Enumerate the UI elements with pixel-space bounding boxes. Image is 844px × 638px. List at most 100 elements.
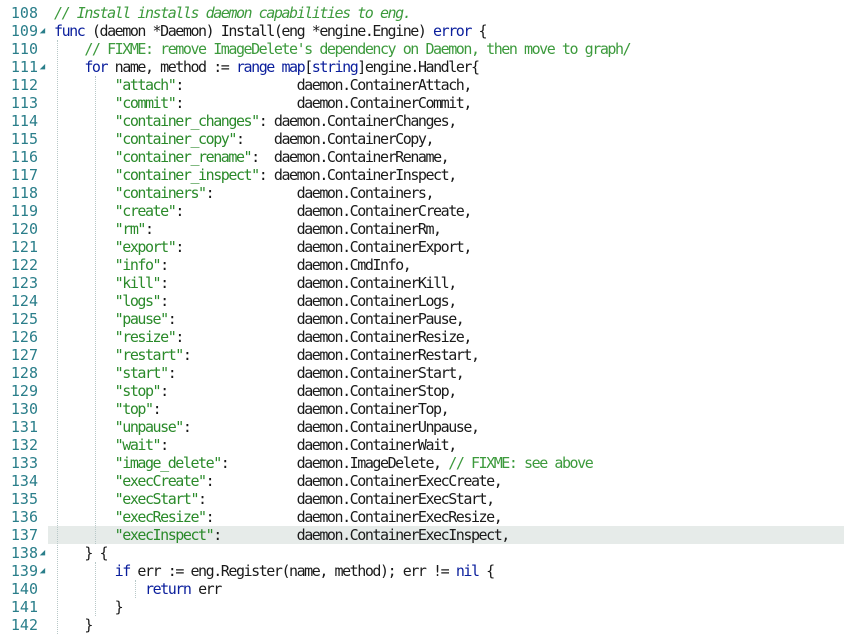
fold-toggle-icon[interactable]: ◢ [38, 562, 47, 580]
line-number: 115 [10, 130, 38, 148]
code-line[interactable]: 123 "kill": daemon.ContainerKill, [0, 274, 844, 292]
line-number: 117 [10, 166, 38, 184]
code-text: "stop": daemon.ContainerStop, [54, 382, 458, 400]
code-token: "container_changes" [114, 112, 260, 130]
code-token: "start" [114, 364, 170, 382]
line-number: 134 [10, 472, 38, 490]
line-number: 141 [10, 598, 38, 616]
code-token: err := eng.Register(name, method); err !… [129, 562, 456, 580]
code-line[interactable]: 119 "create": daemon.ContainerCreate, [0, 202, 844, 220]
code-text: "container_copy": daemon.ContainerCopy, [54, 130, 435, 148]
code-token: : daemon.CmdInfo, [160, 256, 412, 274]
code-token: // Install installs daemon capabilities … [54, 4, 412, 22]
code-text: "wait": daemon.ContainerWait, [54, 436, 458, 454]
code-text: "kill": daemon.ContainerKill, [54, 274, 458, 292]
code-text: // Install installs daemon capabilities … [54, 4, 412, 22]
code-line[interactable]: 136 "execResize": daemon.ContainerExecRe… [0, 508, 844, 526]
line-number: 126 [10, 328, 38, 346]
code-text: func (daemon *Daemon) Install(eng *engin… [54, 22, 488, 40]
line-number: 120 [10, 220, 38, 238]
code-line[interactable]: 130 "top": daemon.ContainerTop, [0, 400, 844, 418]
fold-toggle-icon[interactable]: ◢ [38, 544, 47, 562]
code-token: "restart" [114, 346, 185, 364]
line-number: 138 [10, 544, 38, 562]
code-token: "execInspect" [114, 526, 215, 544]
code-line[interactable]: 129 "stop": daemon.ContainerStop, [0, 382, 844, 400]
line-number: 132 [10, 436, 38, 454]
code-line[interactable]: 139 ◢ if err := eng.Register(name, method… [0, 562, 844, 580]
line-number: 123 [10, 274, 38, 292]
code-line[interactable]: 137 "execInspect": daemon.ContainerExecI… [0, 526, 844, 544]
code-line[interactable]: 126 "resize": daemon.ContainerResize, [0, 328, 844, 346]
code-line[interactable]: 125 "pause": daemon.ContainerPause, [0, 310, 844, 328]
code-token: "execCreate" [114, 472, 207, 490]
code-token: : daemon.ContainerCommit, [175, 94, 472, 112]
code-token: "rm" [114, 220, 147, 238]
code-line[interactable]: 141 } [0, 598, 844, 616]
code-line[interactable]: 115 "container_copy": daemon.ContainerCo… [0, 130, 844, 148]
code-line[interactable]: 116 "container_rename": daemon.Container… [0, 148, 844, 166]
code-line[interactable]: 118 "containers": daemon.Containers, [0, 184, 844, 202]
code-line[interactable]: 110 // FIXME: remove ImageDelete's depen… [0, 40, 844, 58]
code-line[interactable]: 108 // Install installs daemon capabiliti… [0, 4, 844, 22]
code-line[interactable]: 135 "execStart": daemon.ContainerExecSta… [0, 490, 844, 508]
fold-toggle-icon[interactable]: ◢ [38, 58, 47, 76]
line-number: 114 [10, 112, 38, 130]
code-line[interactable]: 142 } [0, 616, 844, 634]
code-line[interactable]: 132 "wait": daemon.ContainerWait, [0, 436, 844, 454]
line-number: 130 [10, 400, 38, 418]
code-token: "execStart" [114, 490, 200, 508]
code-token: "create" [114, 202, 177, 220]
code-text: "pause": daemon.ContainerPause, [54, 310, 465, 328]
line-number: 108 [10, 4, 38, 22]
code-token: : daemon.ContainerWait, [160, 436, 457, 454]
code-token: : daemon.ContainerExport, [175, 238, 472, 256]
code-line[interactable]: 138 ◢ } { [0, 544, 844, 562]
code-editor[interactable]: 108 // Install installs daemon capabiliti… [0, 0, 844, 638]
code-line[interactable]: 122 "info": daemon.CmdInfo, [0, 256, 844, 274]
line-number: 124 [10, 292, 38, 310]
code-token: "kill" [114, 274, 162, 292]
code-token: "resize" [114, 328, 177, 346]
fold-toggle-icon[interactable]: ◢ [38, 22, 47, 40]
code-line[interactable]: 128 "start": daemon.ContainerStart, [0, 364, 844, 382]
code-line[interactable]: 113 "commit": daemon.ContainerCommit, [0, 94, 844, 112]
line-number: 118 [10, 184, 38, 202]
code-line[interactable]: 140 return err [0, 580, 844, 598]
code-token: : daemon.ContainerChanges, [258, 112, 458, 130]
line-number: 142 [10, 616, 38, 634]
code-text: "commit": daemon.ContainerCommit, [54, 94, 473, 112]
code-token: : daemon.ContainerResize, [175, 328, 472, 346]
line-number: 111 [10, 58, 38, 76]
code-line[interactable]: 134 "execCreate": daemon.ContainerExecCr… [0, 472, 844, 490]
code-line[interactable]: 112 "attach": daemon.ContainerAttach, [0, 76, 844, 94]
code-token: { [478, 562, 495, 580]
code-token: : daemon.ImageDelete, [220, 454, 449, 472]
code-line[interactable]: 133 "image_delete": daemon.ImageDelete, … [0, 454, 844, 472]
code-token: : daemon.ContainerExecStart, [198, 490, 495, 508]
code-line[interactable]: 117 "container_inspect": daemon.Containe… [0, 166, 844, 184]
code-token: { [470, 22, 488, 40]
code-line[interactable]: 111 ◢ for name, method := range map[strin… [0, 58, 844, 76]
code-token: : daemon.ContainerExecResize, [205, 508, 503, 526]
code-line[interactable]: 120 "rm": daemon.ContainerRm, [0, 220, 844, 238]
code-line[interactable]: 127 "restart": daemon.ContainerRestart, [0, 346, 844, 364]
code-line[interactable]: 114 "container_changes": daemon.Containe… [0, 112, 844, 130]
code-line[interactable]: 109 ◢ func (daemon *Daemon) Install(eng *e… [0, 22, 844, 40]
code-line[interactable]: 121 "export": daemon.ContainerExport, [0, 238, 844, 256]
line-number: 137 [10, 526, 38, 544]
code-token: error [433, 22, 472, 40]
code-text: "container_changes": daemon.ContainerCha… [54, 112, 458, 130]
code-line[interactable]: 131 "unpause": daemon.ContainerUnpause, [0, 418, 844, 436]
code-token: "execResize" [114, 508, 207, 526]
code-token: } { [54, 544, 108, 562]
code-text: // FIXME: remove ImageDelete's dependenc… [54, 40, 631, 58]
code-line[interactable]: 124 "logs": daemon.ContainerLogs, [0, 292, 844, 310]
